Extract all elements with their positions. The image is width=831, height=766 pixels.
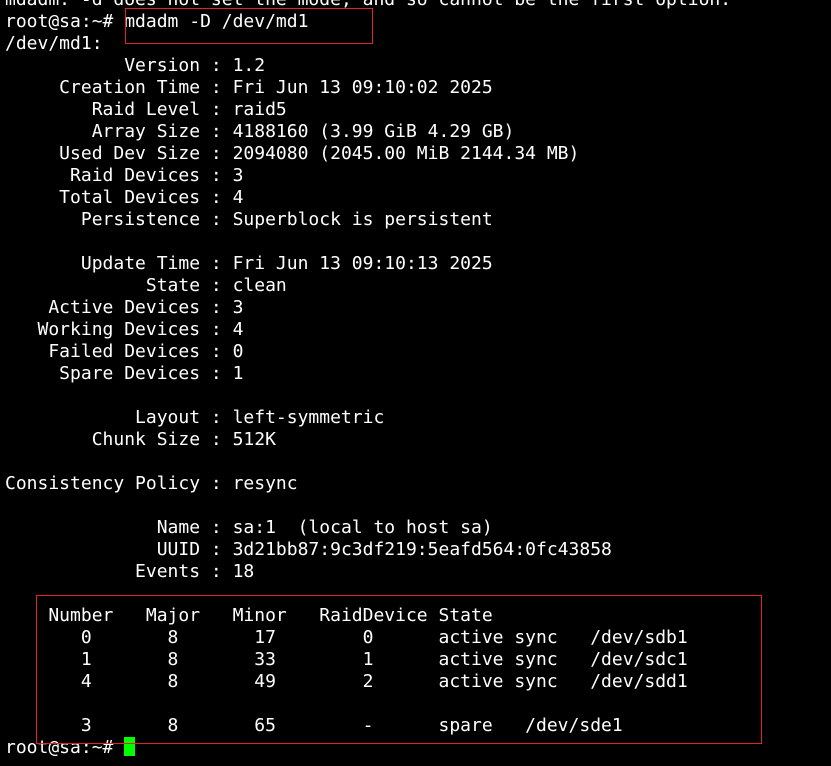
consistency-policy-line: Consistency Policy : resync: [5, 473, 298, 494]
raid-devices-line: Raid Devices : 3: [5, 165, 244, 186]
failed-devices-line: Failed Devices : 0: [5, 341, 244, 362]
total-devices-line: Total Devices : 4: [5, 187, 244, 208]
used-dev-size-line: Used Dev Size : 2094080 (2045.00 MiB 214…: [5, 143, 580, 164]
creation-time-line: Creation Time : Fri Jun 13 09:10:02 2025: [5, 77, 493, 98]
chunk-size-line: Chunk Size : 512K: [5, 429, 276, 450]
update-time-line: Update Time : Fri Jun 13 09:10:13 2025: [5, 253, 493, 274]
array-size-line: Array Size : 4188160 (3.99 GiB 4.29 GB): [5, 121, 515, 142]
spare-devices-line: Spare Devices : 1: [5, 363, 244, 384]
name-line: Name : sa:1 (local to host sa): [5, 517, 493, 538]
device-table-highlight-box: [36, 595, 762, 744]
active-devices-line: Active Devices : 3: [5, 297, 244, 318]
events-line: Events : 18: [5, 561, 255, 582]
working-devices-line: Working Devices : 4: [5, 319, 244, 340]
uuid-line: UUID : 3d21bb87:9c3df219:5eafd564:0fc438…: [5, 539, 612, 560]
version-line: Version : 1.2: [5, 55, 266, 76]
terminal-window[interactable]: mdadm: -d does not set the mode, and so …: [0, 0, 831, 766]
layout-line: Layout : left-symmetric: [5, 407, 385, 428]
command-highlight-box: [125, 8, 373, 44]
persistence-line: Persistence : Superblock is persistent: [5, 209, 493, 230]
state-line: State : clean: [5, 275, 287, 296]
raid-level-line: Raid Level : raid5: [5, 99, 287, 120]
